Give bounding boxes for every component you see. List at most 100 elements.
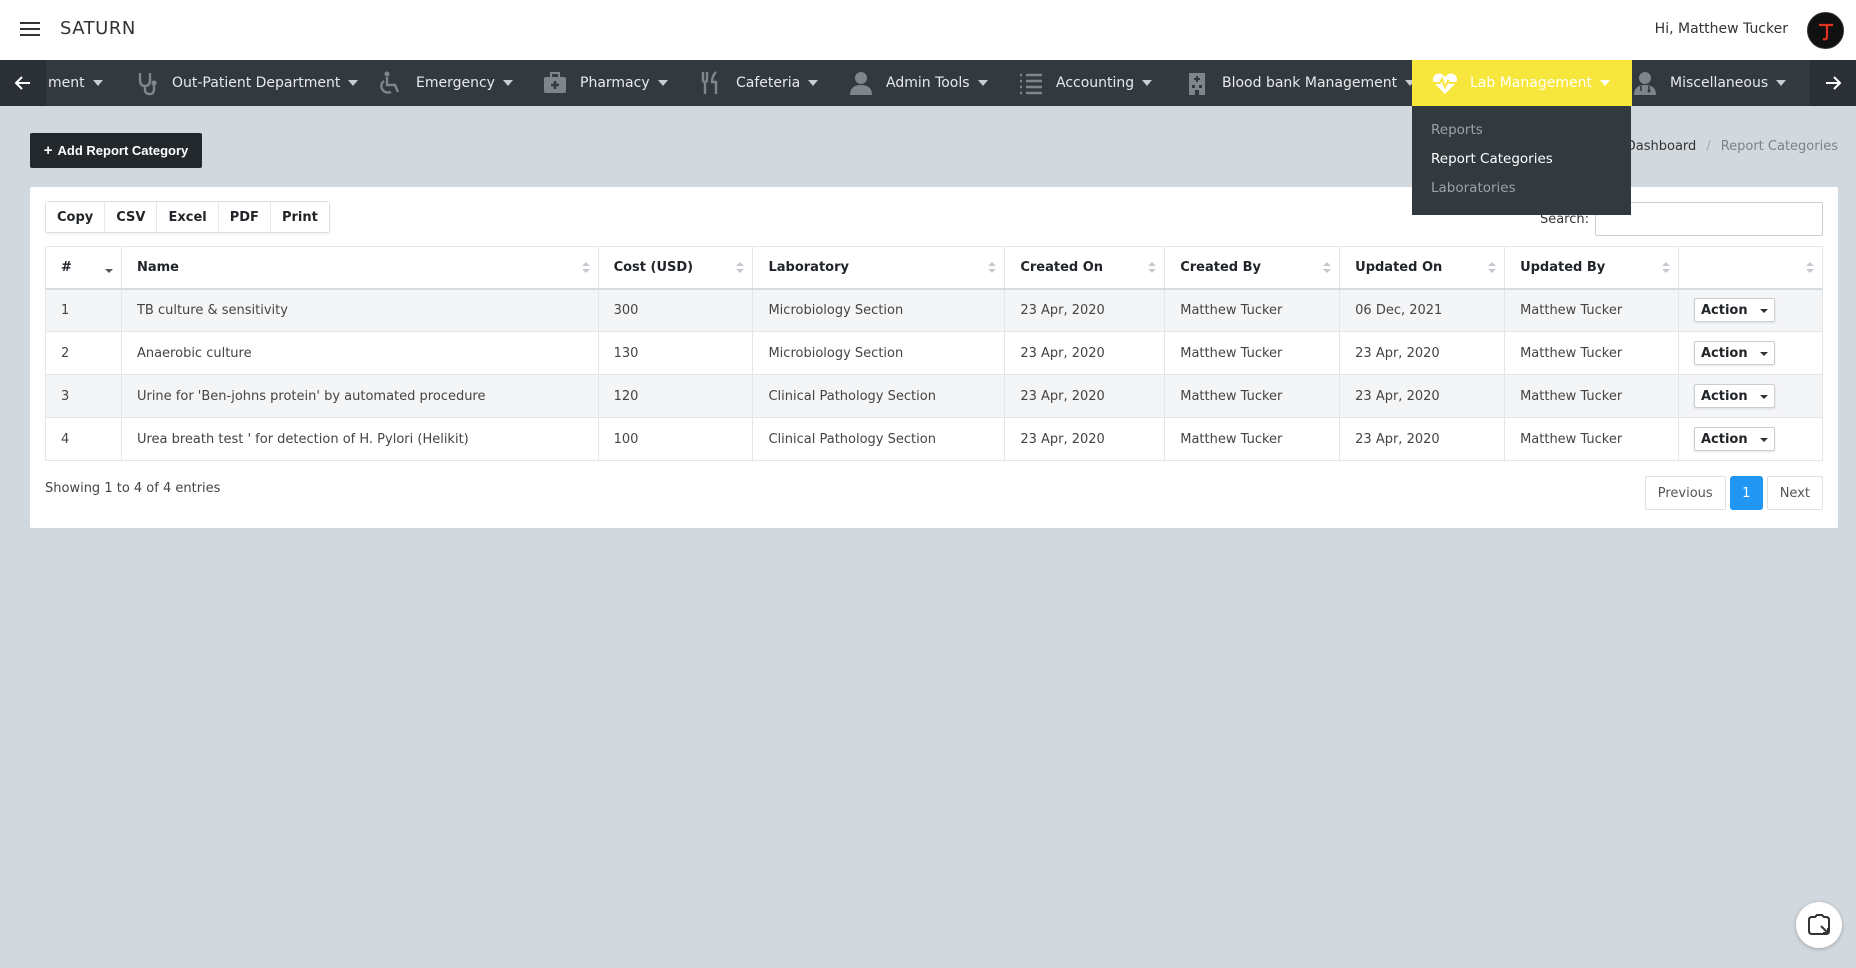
nav-item-blood-bank[interactable]: Blood bank Management <box>1184 60 1416 106</box>
column-header-label: Updated By <box>1520 259 1606 275</box>
user-avatar[interactable] <box>1807 12 1844 49</box>
nav-item-cafeteria[interactable]: Cafeteria <box>698 60 819 106</box>
add-report-category-button[interactable]: + Add Report Category <box>30 133 202 168</box>
floating-helper-button[interactable] <box>1796 902 1842 948</box>
user-icon <box>848 70 874 96</box>
cell-action: Action <box>1677 417 1824 461</box>
caret-down-icon <box>348 80 359 86</box>
screenshot-icon <box>1808 914 1830 935</box>
sort-desc-icon <box>104 262 113 274</box>
cell-cost: 130 <box>597 331 754 375</box>
column-header-created-by[interactable]: Created By <box>1164 246 1341 290</box>
caret-down-icon <box>1599 80 1610 86</box>
excel-button[interactable]: Excel <box>157 202 219 232</box>
caret-down-icon <box>657 80 668 86</box>
cell-created-by: Matthew Tucker <box>1164 331 1341 375</box>
lab-management-dropdown: Reports Report Categories Laboratories <box>1412 106 1631 215</box>
nav-item-out-patient[interactable]: Out-Patient Department <box>134 60 359 106</box>
cell-action: Action <box>1677 288 1824 332</box>
action-dropdown-button[interactable]: Action <box>1693 427 1775 451</box>
column-header-laboratory[interactable]: Laboratory <box>752 246 1006 290</box>
nav-item-admin-tools[interactable]: Admin Tools <box>848 60 988 106</box>
cell-updated-on: 23 Apr, 2020 <box>1339 331 1506 375</box>
nav-scroll-right-button[interactable] <box>1810 60 1856 106</box>
report-categories-card: Copy CSV Excel PDF Print Search: # Name … <box>30 187 1838 528</box>
column-header-number[interactable]: # <box>45 246 122 290</box>
cell-cost: 120 <box>597 374 754 418</box>
main-nav-bar: ment Out-Patient Department Emergency Ph… <box>0 60 1856 106</box>
hospital-building-icon <box>1184 70 1210 96</box>
nav-item-label: ment <box>48 75 85 91</box>
action-dropdown-button[interactable]: Action <box>1693 298 1775 323</box>
print-button[interactable]: Print <box>270 202 329 232</box>
user-doctor-icon <box>1632 70 1658 96</box>
export-button-group: Copy CSV Excel PDF Print <box>45 201 330 233</box>
cell-cost: 100 <box>597 417 754 461</box>
cell-laboratory: Microbiology Section <box>752 331 1006 375</box>
cell-name: TB culture & sensitivity <box>120 288 599 332</box>
cell-created-by: Matthew Tucker <box>1164 417 1341 461</box>
nav-scroll-left-button[interactable] <box>0 60 46 106</box>
breadcrumb-dashboard-link[interactable]: Dashboard <box>1626 139 1697 154</box>
cell-number: 4 <box>45 417 122 461</box>
caret-down-icon <box>1752 299 1774 321</box>
column-header-label: Updated On <box>1355 259 1443 275</box>
nav-item-miscellaneous[interactable]: Miscellaneous <box>1632 60 1787 106</box>
dropdown-item-reports[interactable]: Reports <box>1412 116 1631 145</box>
user-greeting: Hi, Matthew Tucker <box>1654 21 1788 37</box>
plus-icon: + <box>43 142 53 159</box>
sort-icon <box>1661 262 1670 274</box>
caret-down-icon <box>1752 385 1774 407</box>
cell-updated-on: 23 Apr, 2020 <box>1339 374 1506 418</box>
cell-updated-on: 06 Dec, 2021 <box>1339 288 1506 332</box>
column-header-label: # <box>61 259 72 275</box>
cell-created-on: 23 Apr, 2020 <box>1004 417 1166 461</box>
nav-item-clipped[interactable]: ment <box>48 60 103 106</box>
column-header-name[interactable]: Name <box>120 246 599 290</box>
copy-button[interactable]: Copy <box>46 202 106 232</box>
next-page-button[interactable]: Next <box>1766 476 1823 510</box>
column-header-updated-by[interactable]: Updated By <box>1504 246 1679 290</box>
sort-icon <box>1148 262 1157 274</box>
table-row: 2 Anaerobic culture 130 Microbiology Sec… <box>45 331 1824 375</box>
action-label: Action <box>1700 345 1748 361</box>
nav-item-label: Accounting <box>1056 75 1135 91</box>
dropdown-item-laboratories[interactable]: Laboratories <box>1412 174 1631 203</box>
cell-name: Urea breath test ' for detection of H. P… <box>120 417 599 461</box>
arrow-right-icon <box>1826 76 1842 90</box>
table-info: Showing 1 to 4 of 4 entries <box>45 481 221 496</box>
column-header-updated-on[interactable]: Updated On <box>1339 246 1506 290</box>
cell-number: 1 <box>45 288 122 332</box>
cell-action: Action <box>1677 331 1824 375</box>
add-button-label: Add Report Category <box>57 143 189 158</box>
report-categories-table: # Name Cost (USD) Laboratory Created On … <box>45 246 1824 461</box>
action-dropdown-button[interactable]: Action <box>1693 341 1775 365</box>
nav-item-pharmacy[interactable]: Pharmacy <box>542 60 668 106</box>
cell-updated-by: Matthew Tucker <box>1504 374 1679 418</box>
nav-item-emergency[interactable]: Emergency <box>378 60 513 106</box>
dropdown-item-report-categories[interactable]: Report Categories <box>1412 145 1631 174</box>
pdf-button[interactable]: PDF <box>218 202 271 232</box>
cell-updated-by: Matthew Tucker <box>1504 417 1679 461</box>
action-label: Action <box>1700 431 1748 447</box>
sort-icon <box>1806 262 1814 274</box>
csv-button[interactable]: CSV <box>105 202 158 232</box>
column-header-action[interactable] <box>1677 246 1824 290</box>
column-header-cost[interactable]: Cost (USD) <box>597 246 754 290</box>
hamburger-menu-icon[interactable] <box>20 22 40 37</box>
nav-item-label: Pharmacy <box>580 75 650 91</box>
action-dropdown-button[interactable]: Action <box>1693 384 1775 408</box>
previous-page-button[interactable]: Previous <box>1644 476 1726 510</box>
nav-item-accounting[interactable]: Accounting <box>1018 60 1153 106</box>
heartbeat-icon <box>1432 70 1458 96</box>
page-1-button[interactable]: 1 <box>1729 476 1763 510</box>
column-header-created-on[interactable]: Created On <box>1004 246 1166 290</box>
nav-item-lab-management[interactable]: Lab Management <box>1412 60 1632 106</box>
sort-icon <box>1488 262 1497 274</box>
caret-down-icon <box>808 80 819 86</box>
pagination: Previous 1 Next <box>1644 476 1823 510</box>
table-header-row: # Name Cost (USD) Laboratory Created On … <box>45 246 1824 290</box>
top-header: SATURN Hi, Matthew Tucker <box>0 0 1856 60</box>
nav-item-label: Miscellaneous <box>1670 75 1769 91</box>
cell-created-on: 23 Apr, 2020 <box>1004 331 1166 375</box>
